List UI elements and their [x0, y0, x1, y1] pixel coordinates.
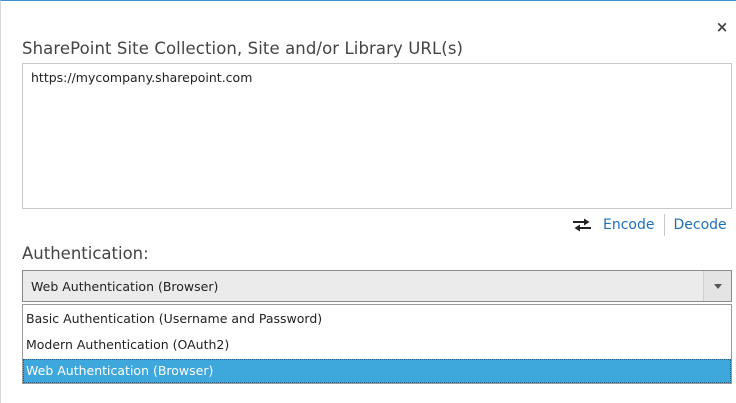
option-web-authentication[interactable]: Web Authentication (Browser) — [23, 359, 731, 383]
authentication-label: Authentication: — [22, 244, 149, 263]
authentication-select[interactable]: Web Authentication (Browser) — [22, 270, 732, 302]
close-icon[interactable]: × — [713, 18, 731, 36]
connection-dialog: × SharePoint Site Collection, Site and/o… — [0, 0, 736, 403]
option-basic-authentication[interactable]: Basic Authentication (Username and Passw… — [23, 307, 731, 331]
encode-link[interactable]: Encode — [603, 217, 654, 233]
url-field-label: SharePoint Site Collection, Site and/or … — [22, 39, 464, 58]
encode-decode-bar: Encode Decode — [571, 214, 727, 236]
option-modern-authentication[interactable]: Modern Authentication (OAuth2) — [23, 333, 731, 357]
dropdown-arrow-icon[interactable] — [703, 271, 731, 301]
authentication-dropdown-list: Basic Authentication (Username and Passw… — [22, 304, 732, 384]
swap-arrows-icon — [571, 217, 593, 233]
url-textarea[interactable]: https://mycompany.sharepoint.com — [22, 63, 732, 209]
authentication-selected-value: Web Authentication (Browser) — [31, 278, 219, 294]
link-divider — [664, 214, 666, 236]
decode-link[interactable]: Decode — [673, 217, 726, 233]
url-text: https://mycompany.sharepoint.com — [31, 70, 253, 85]
